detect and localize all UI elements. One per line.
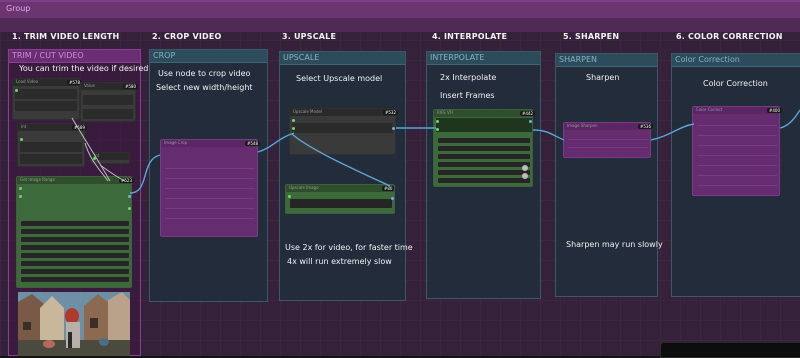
color-correction-note-1: Color Correction: [703, 79, 768, 88]
get-image-range-node-title: Get Image Range: [20, 177, 55, 182]
color-correct-node-badge: #400: [767, 108, 782, 113]
image-crop-node-badge: #548: [245, 141, 260, 146]
step-3-heading: 3. UPSCALE: [282, 32, 337, 41]
sharpen-panel-header[interactable]: SHARPEN: [556, 54, 657, 67]
upscale-note-2: Use 2x for video, for faster time: [285, 243, 413, 252]
image-sharpen-node-title: Image Sharpen: [567, 123, 598, 128]
step-6-heading: 6. COLOR CORRECTION: [676, 32, 783, 41]
upscale-panel-header[interactable]: UPSCALE: [280, 52, 405, 65]
group-subbar: [0, 18, 800, 32]
upscale-image-node-title: Upscale Image: [289, 185, 319, 190]
sharpen-note-2: Sharpen may run slowly: [566, 240, 663, 249]
int-node-skip[interactable]: Int #589: [17, 123, 87, 167]
video-preview-image: [18, 292, 130, 356]
get-image-range-node-badge: #523: [119, 178, 134, 183]
image-crop-node[interactable]: Image Crop #548: [160, 139, 260, 237]
trim-panel-header[interactable]: TRIM / CUT VIDEO: [9, 50, 140, 63]
toggle-switch[interactable]: [522, 165, 528, 171]
value-node-badge: #580: [123, 84, 138, 89]
sharpen-panel-title: SHARPEN: [559, 55, 597, 64]
upscale-panel-title: UPSCALE: [283, 53, 320, 62]
toggle-switch[interactable]: [522, 173, 528, 179]
int-node-frames[interactable]: Int: [90, 152, 130, 164]
trim-panel-title: TRIM / CUT VIDEO: [12, 51, 84, 60]
trim-note: You can trim the video if desired: [19, 64, 149, 73]
sharpen-note-1: Sharpen: [586, 73, 620, 82]
upscale-model-node[interactable]: Upscale Model #532: [289, 108, 398, 155]
upscale-note-3: 4x will run extremely slow: [287, 257, 392, 266]
color-correction-panel-title: Color Correction: [675, 55, 740, 64]
rife-vfi-node[interactable]: RIFE VFI #442: [433, 109, 535, 187]
upscale-note-1: Select Upscale model: [296, 74, 383, 83]
step-1-heading: 1. TRIM VIDEO LENGTH: [12, 32, 120, 41]
image-crop-node-title: Image Crop: [164, 140, 188, 145]
upscale-image-node-badge: #80: [382, 186, 395, 191]
int-node-skip-title: Int: [21, 124, 27, 129]
output-dot[interactable]: [15, 89, 18, 92]
interpolate-panel-header[interactable]: INTERPOLATE: [427, 52, 540, 65]
value-node[interactable]: Value #580: [80, 82, 138, 122]
rife-vfi-node-title: RIFE VFI: [437, 110, 454, 115]
upscale-model-node-title: Upscale Model: [293, 109, 323, 114]
interpolate-note-1: 2x Interpolate: [440, 73, 497, 82]
load-video-node[interactable]: Load Video #578: [12, 78, 82, 120]
crop-panel-title: CROP: [153, 51, 176, 60]
load-video-node-title: Load Video: [16, 79, 39, 84]
image-sharpen-node[interactable]: Image Sharpen #536: [563, 122, 653, 158]
step-2-heading: 2. CROP VIDEO: [152, 32, 222, 41]
image-sharpen-node-badge: #536: [638, 124, 653, 129]
color-correction-panel-header[interactable]: Color Correction: [672, 54, 800, 67]
rife-vfi-node-badge: #442: [520, 111, 535, 116]
int-node-skip-badge: #589: [72, 125, 87, 130]
color-correct-node[interactable]: Color Correct #400: [692, 106, 782, 196]
crop-note-2: Select new width/height: [156, 83, 253, 92]
step-5-heading: 5. SHARPEN: [563, 32, 620, 41]
interpolate-panel-title: INTERPOLATE: [430, 53, 485, 62]
color-correct-node-title: Color Correct: [696, 107, 723, 112]
get-image-range-node[interactable]: Get Image Range #523: [16, 176, 134, 288]
value-node-title: Value: [84, 83, 95, 88]
upscale-image-node[interactable]: Upscale Image #80: [285, 184, 395, 214]
upscale-model-node-badge: #532: [383, 110, 398, 115]
sharpen-panel[interactable]: SHARPEN: [555, 53, 658, 297]
step-4-heading: 4. INTERPOLATE: [432, 32, 508, 41]
interpolate-note-2: Insert Frames: [440, 91, 495, 100]
group-title-bar[interactable]: Group: [0, 2, 800, 18]
video-preview-drawing: [18, 292, 130, 356]
crop-note-1: Use node to crop video: [158, 69, 251, 78]
group-title: Group: [6, 4, 31, 13]
crop-panel-header[interactable]: CROP: [150, 50, 267, 63]
